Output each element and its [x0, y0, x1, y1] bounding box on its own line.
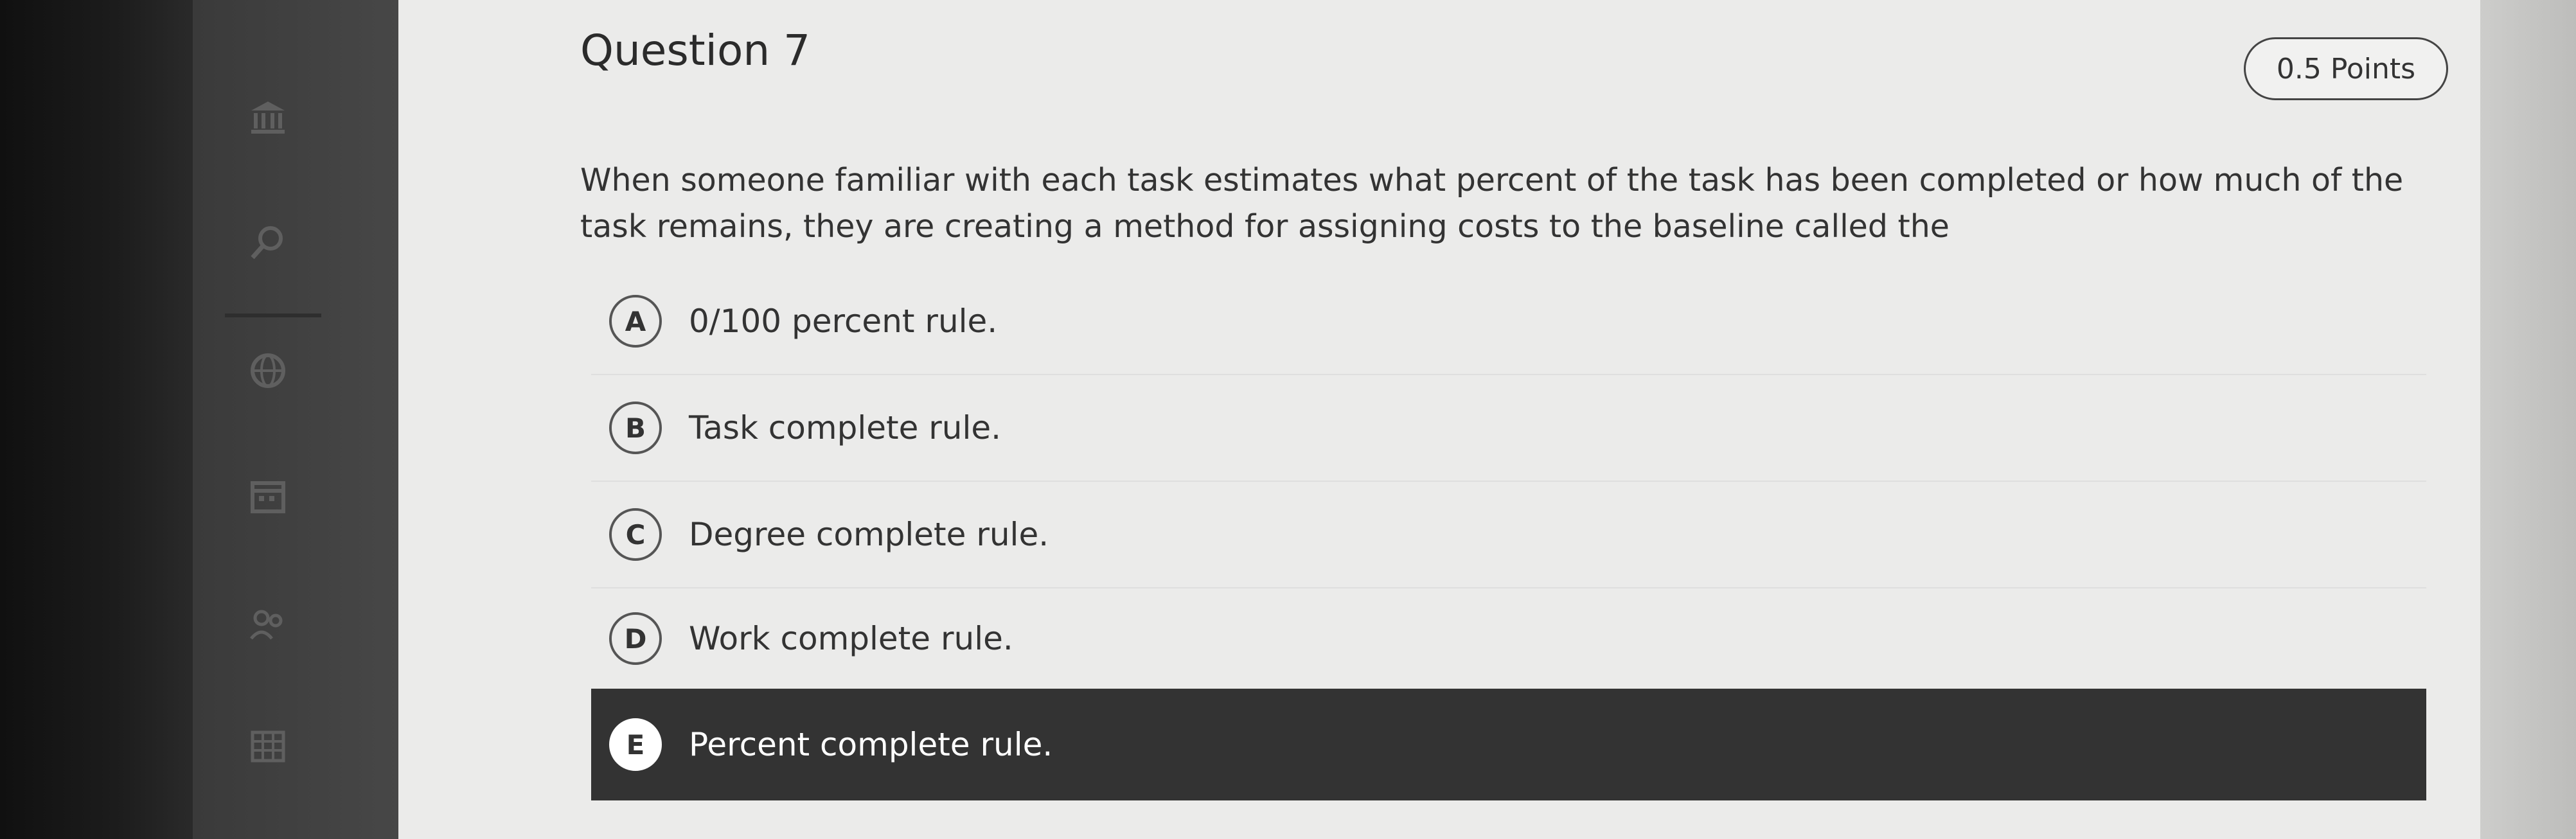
option-e[interactable]: E Percent complete rule.: [591, 689, 2426, 800]
search-icon[interactable]: [247, 222, 289, 263]
people-icon[interactable]: [247, 604, 289, 645]
grid-icon[interactable]: [247, 726, 289, 767]
option-b[interactable]: B Task complete rule.: [591, 375, 2426, 482]
option-label: Work complete rule.: [689, 620, 1013, 657]
option-label: Task complete rule.: [689, 409, 1002, 446]
question-title: Question 7: [580, 26, 811, 75]
points-badge: 0.5 Points: [2244, 37, 2448, 100]
globe-icon[interactable]: [247, 350, 289, 391]
calendar-icon[interactable]: [247, 475, 289, 517]
option-d[interactable]: D Work complete rule.: [591, 586, 2426, 693]
screen-bezel: [0, 0, 193, 839]
option-letter: E: [609, 718, 662, 771]
sidebar-divider: [225, 314, 321, 317]
sidebar: [193, 0, 398, 839]
option-letter: D: [609, 612, 662, 665]
option-letter: A: [609, 295, 662, 348]
question-text: When someone familiar with each task est…: [580, 162, 2404, 245]
option-letter: B: [609, 402, 662, 454]
option-label: 0/100 percent rule.: [689, 303, 998, 340]
option-a[interactable]: A 0/100 percent rule.: [591, 269, 2426, 375]
page-edge: [2480, 0, 2576, 839]
institution-icon[interactable]: [247, 96, 289, 137]
option-label: Percent complete rule.: [689, 726, 1053, 763]
option-label: Degree complete rule.: [689, 516, 1049, 553]
option-letter: C: [609, 508, 662, 561]
option-c[interactable]: C Degree complete rule.: [591, 482, 2426, 588]
